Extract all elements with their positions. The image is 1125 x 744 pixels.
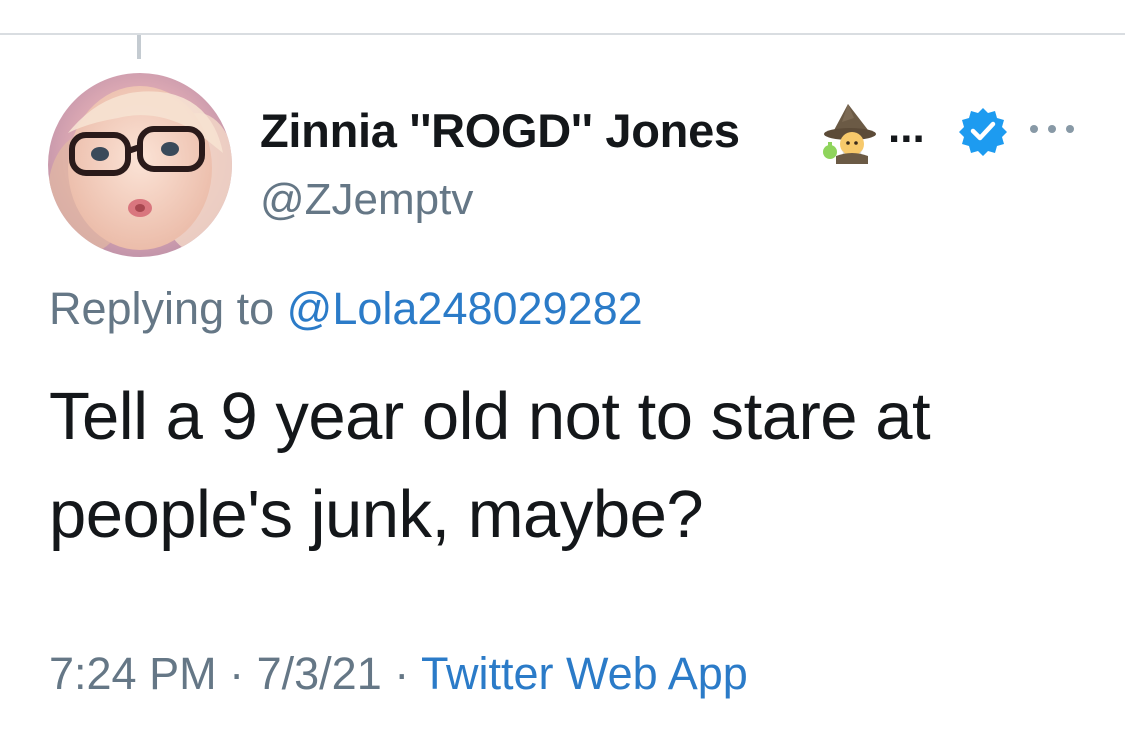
tweet-text: Tell a 9 year old not to stare at people… (49, 368, 1089, 564)
tweet-text-line-2: people's junk, maybe? (49, 477, 704, 552)
avatar-photo (48, 73, 232, 257)
reply-to-handle-link[interactable]: @Lola248029282 (287, 283, 643, 334)
user-handle[interactable]: @ZJemptv (260, 175, 473, 225)
verified-badge-icon (958, 106, 1008, 156)
tweet-date[interactable]: 7/3/21 (257, 648, 382, 699)
tweet-source-link[interactable]: Twitter Web App (421, 648, 748, 699)
avatar[interactable] (48, 73, 232, 257)
replying-to-line: Replying to @Lola248029282 (49, 283, 643, 335)
tweet-text-line-1: Tell a 9 year old not to stare at (49, 379, 931, 454)
meta-separator: · (229, 648, 245, 699)
name-truncation-ellipsis: ... (888, 103, 925, 152)
top-divider (0, 33, 1125, 35)
thread-connector-line (137, 35, 141, 59)
display-name[interactable]: Zinnia ''ROGD'' Jones (260, 103, 740, 158)
replying-to-label: Replying to (49, 283, 275, 334)
meta-separator: · (394, 648, 410, 699)
tweet-metadata: 7:24 PM · 7/3/21 · Twitter Web App (49, 648, 748, 700)
tweet-time[interactable]: 7:24 PM (49, 648, 217, 699)
more-options-icon[interactable] (1026, 118, 1078, 140)
mage-emoji-icon (818, 100, 882, 164)
